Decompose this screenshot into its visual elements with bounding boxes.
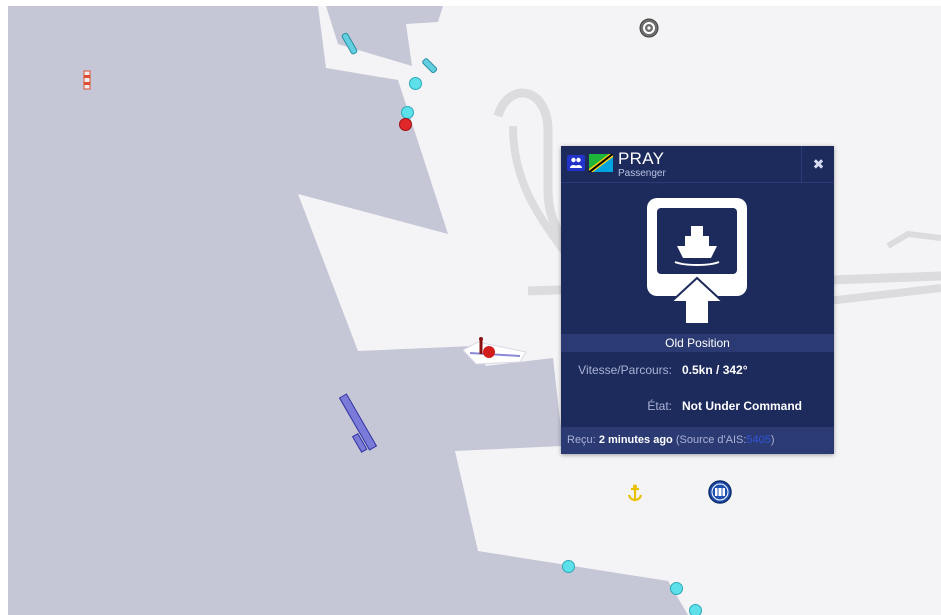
ship-icon[interactable] — [645, 196, 749, 326]
ais-station-dot[interactable] — [670, 582, 683, 595]
received-age: 2 minutes ago — [598, 434, 673, 446]
source-link[interactable]: 5405 — [746, 434, 770, 446]
flag-icon — [589, 154, 613, 172]
popup-header: PRAY Passenger ✖ — [561, 146, 834, 183]
vessel-name: PRAY — [618, 149, 665, 168]
ais-station-dot[interactable] — [689, 604, 702, 615]
vessel-type: Passenger — [618, 168, 666, 179]
vessel-cyan[interactable] — [422, 58, 438, 74]
speed-course-label: Vitesse/Parcours: — [578, 363, 672, 377]
source-prefix: (Source d'AIS: — [675, 434, 747, 446]
port-icon[interactable] — [708, 480, 732, 504]
vessel-alert-marker[interactable] — [474, 336, 498, 360]
road — [886, 230, 941, 249]
state-label: État: — [647, 399, 672, 413]
ais-station-dot[interactable] — [401, 106, 414, 119]
close-button[interactable]: ✖ — [801, 146, 835, 182]
gear-icon[interactable] — [639, 18, 659, 38]
speed-course-value: 0.5kn / 342° — [682, 363, 748, 377]
received-label: Reçu: — [567, 434, 596, 446]
anchor-icon[interactable] — [627, 484, 643, 502]
road — [827, 284, 941, 305]
vessel-alert-dot[interactable] — [399, 118, 412, 131]
ais-station-dot[interactable] — [409, 77, 422, 90]
received-info: Reçu: 2 minutes ago (Source d'AIS:5405) — [561, 427, 834, 454]
vessel-info-popup: PRAY Passenger ✖ Old Position Vitesse/Pa… — [561, 146, 834, 454]
state-value: Not Under Command — [682, 399, 802, 413]
position-status: Old Position — [561, 334, 834, 352]
passenger-icon — [567, 155, 585, 171]
source-suffix: ) — [770, 434, 775, 446]
ais-station-dot[interactable] — [562, 560, 575, 573]
lighthouse-icon[interactable] — [82, 70, 92, 90]
